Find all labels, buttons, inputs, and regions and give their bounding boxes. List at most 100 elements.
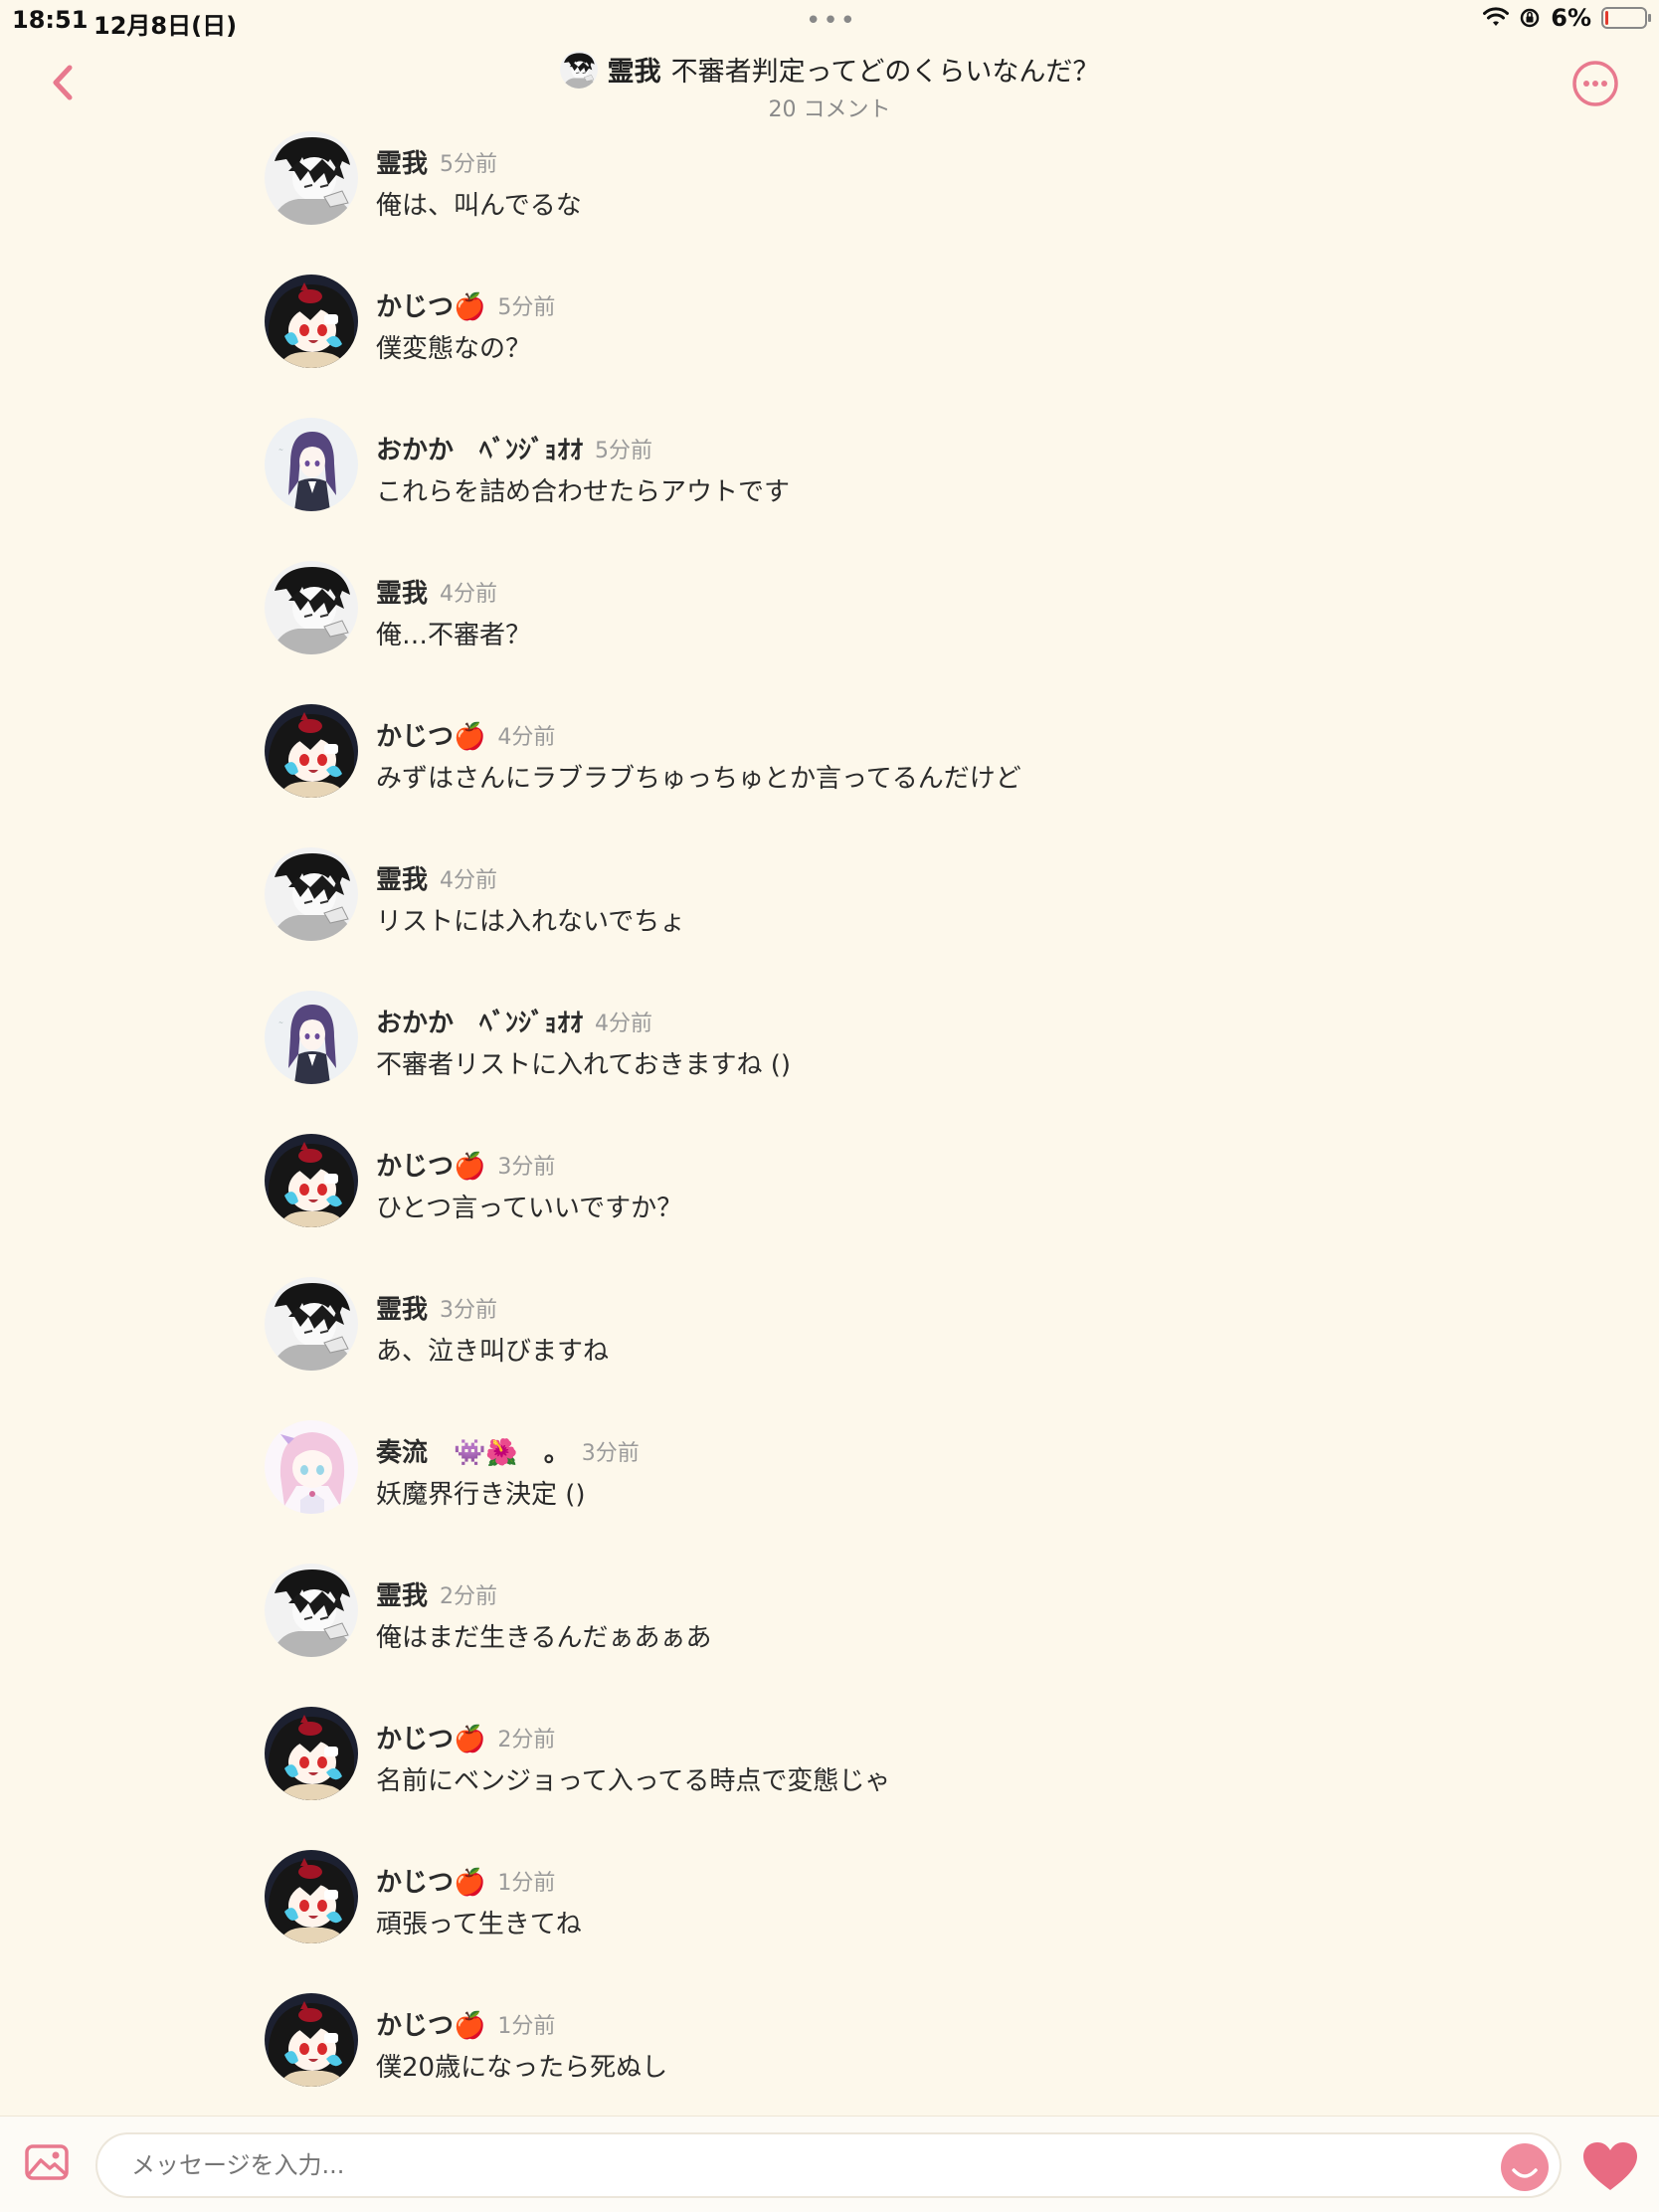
comment-text: 僕20歳になったら死ぬし (376, 2053, 668, 2083)
comment-meta: 霊我 2分前 (376, 1575, 497, 1612)
comment-time: 4分前 (440, 581, 498, 607)
image-icon[interactable] (24, 2142, 70, 2182)
status-date: 12月8日(日) (93, 12, 238, 40)
comment-item[interactable]: 霊我 4分前俺…不審者？ (265, 559, 1558, 702)
comment-item[interactable]: 霊我 3分前あ、泣き叫びますね (265, 1275, 1558, 1418)
status-bar: 18:51 12月8日(日) ••• 6% (0, 0, 1659, 40)
comment-list: 霊我 5分前 俺は、叫んでるな かじつ🍎 5分前 僕変態なの？ おかか ﾍﾞﾝｼﾞｮｵｵ 5分… (265, 129, 1558, 2134)
comment-meta: おかか ﾍﾞﾝｼﾞｮｵｵ 4分前 (376, 1003, 652, 1039)
comment-item[interactable]: かじつ🍎 2分前名前にベンジョって入ってる時点で変態じゃ (265, 1705, 1558, 1848)
composer-bar (0, 2116, 1659, 2212)
comment-item[interactable]: おかか ﾍﾞﾝｼﾞｮｵｵ 5分前これらを詰め合わせたらアウトです (265, 416, 1558, 559)
comment-count: 20 コメント (768, 97, 891, 122)
comment-text: 名前にベンジョって入ってる時点で変態じゃ (376, 1766, 891, 1796)
comment-meta: 霊我 4分前 (376, 573, 497, 610)
comment-author[interactable]: 霊我 (376, 859, 428, 896)
comment-time: 3分前 (497, 1154, 556, 1180)
comment-author[interactable]: かじつ🍎 (376, 286, 485, 323)
comment-meta: おかか ﾍﾞﾝｼﾞｮｵｵ 5分前 (376, 430, 652, 466)
comment-item[interactable]: かじつ🍎 5分前 僕変態なの？ (265, 273, 1558, 416)
comment-author[interactable]: かじつ🍎 (376, 2005, 485, 2042)
comment-time: 4分前 (497, 724, 556, 750)
comment-author[interactable]: かじつ🍎 (376, 716, 485, 753)
comment-author[interactable]: 霊我 (376, 573, 428, 610)
comment-time: 2分前 (497, 1727, 556, 1752)
comment-item[interactable]: かじつ🍎 1分前僕20歳になったら死ぬし (265, 1991, 1558, 2134)
thread-header: 霊我 不審者判定ってどのくらいなんだ？ 20 コメント (0, 40, 1659, 129)
user-avatar[interactable] (265, 991, 358, 1084)
user-avatar[interactable] (265, 1420, 358, 1514)
comment-time: 5分前 (497, 294, 556, 320)
comment-time: 1分前 (497, 1870, 556, 1896)
message-input[interactable] (95, 2132, 1562, 2198)
comment-meta: かじつ🍎 4分前 (376, 716, 555, 753)
comment-time: 3分前 (581, 1440, 640, 1466)
user-avatar[interactable] (265, 418, 358, 511)
comment-meta: 霊我 5分前 (376, 143, 497, 180)
comment-author[interactable]: おかか ﾍﾞﾝｼﾞｮｵｵ (376, 430, 583, 466)
user-avatar[interactable] (265, 1134, 358, 1227)
wifi-icon (1483, 7, 1510, 26)
comment-text: 妖魔界行き決定 () (376, 1480, 586, 1510)
user-avatar[interactable] (265, 275, 358, 368)
comment-text: 頑張って生きてね (376, 1910, 582, 1939)
comment-author[interactable]: 奏流 👾🌺 。 (376, 1432, 570, 1469)
comment-text: これらを詰め合わせたらアウトです (376, 477, 791, 507)
user-avatar[interactable] (265, 1564, 358, 1657)
comment-meta: 奏流 👾🌺 。 3分前 (376, 1432, 640, 1469)
comment-author[interactable]: かじつ🍎 (376, 1719, 485, 1755)
user-avatar[interactable] (265, 131, 358, 225)
thread-title: 不審者判定ってどのくらいなんだ？ (670, 57, 1100, 88)
comment-item[interactable]: かじつ🍎 3分前ひとつ言っていいですか？ (265, 1132, 1558, 1275)
thread-author: 霊我 (607, 57, 661, 88)
user-avatar[interactable] (265, 1707, 358, 1800)
comment-author[interactable]: 霊我 (376, 1575, 428, 1612)
status-time: 18:51 (12, 6, 89, 34)
comment-item[interactable]: おかか ﾍﾞﾝｼﾞｮｵｵ 4分前不審者リストに入れておきますね () (265, 989, 1558, 1132)
author-avatar (560, 51, 598, 89)
comment-meta: 霊我 3分前 (376, 1289, 497, 1326)
comment-author[interactable]: おかか ﾍﾞﾝｼﾞｮｵｵ (376, 1003, 583, 1039)
comment-item[interactable]: 霊我 4分前リストには入れないでちょ (265, 845, 1558, 989)
comment-text: 俺は、叫んでるな (376, 191, 582, 221)
comment-item[interactable]: かじつ🍎 4分前みずはさんにラブラブちゅっちゅとか言ってるんだけど (265, 702, 1558, 845)
comment-meta: かじつ🍎 5分前 (376, 286, 555, 323)
heart-icon[interactable] (1581, 2140, 1639, 2192)
comment-text: みずはさんにラブラブちゅっちゅとか言ってるんだけど (376, 764, 1021, 794)
multitask-dots[interactable]: ••• (806, 6, 857, 36)
battery-fill (1605, 11, 1608, 25)
battery-icon (1601, 7, 1651, 29)
comment-text: 俺…不審者？ (376, 621, 532, 650)
comment-author[interactable]: 霊我 (376, 1289, 428, 1326)
comment-time: 2分前 (440, 1583, 498, 1609)
comment-author[interactable]: 霊我 (376, 143, 428, 180)
comment-time: 5分前 (440, 151, 498, 177)
comment-text: ひとつ言っていいですか？ (376, 1194, 683, 1223)
comment-time: 1分前 (497, 2013, 556, 2039)
comment-item[interactable]: 霊我 2分前俺はまだ生きるんだぁあぁあ (265, 1562, 1558, 1705)
comment-author[interactable]: かじつ🍎 (376, 1862, 485, 1899)
comment-text: リストには入れないでちょ (376, 907, 686, 937)
user-avatar[interactable] (265, 1277, 358, 1371)
comment-meta: かじつ🍎 1分前 (376, 1862, 555, 1899)
comment-item[interactable]: 霊我 5分前俺は、叫んでるな (265, 129, 1558, 273)
user-avatar[interactable] (265, 1993, 358, 2087)
comment-meta: かじつ🍎 1分前 (376, 2005, 555, 2042)
comment-text: 俺はまだ生きるんだぁあぁあ (376, 1623, 712, 1653)
comment-text: 不審者リストに入れておきますね () (376, 1050, 791, 1080)
user-avatar[interactable] (265, 847, 358, 941)
comment-meta: かじつ🍎 3分前 (376, 1146, 555, 1183)
user-avatar[interactable] (265, 1850, 358, 1943)
user-avatar[interactable] (265, 561, 358, 654)
more-options-icon[interactable] (1571, 60, 1619, 107)
comment-time: 5分前 (595, 438, 653, 463)
thread-title-row: 霊我 不審者判定ってどのくらいなんだ？ (0, 50, 1659, 89)
comment-text: あ、泣き叫びますね (376, 1337, 610, 1367)
battery-percent: 6% (1551, 4, 1591, 32)
comment-item[interactable]: 奏流 👾🌺 。 3分前妖魔界行き決定 () (265, 1418, 1558, 1562)
user-avatar[interactable] (265, 704, 358, 798)
comment-author[interactable]: かじつ🍎 (376, 1146, 485, 1183)
emoji-icon[interactable] (1500, 2142, 1550, 2192)
comment-item[interactable]: かじつ🍎 1分前頑張って生きてね (265, 1848, 1558, 1991)
comment-time: 4分前 (440, 867, 498, 893)
